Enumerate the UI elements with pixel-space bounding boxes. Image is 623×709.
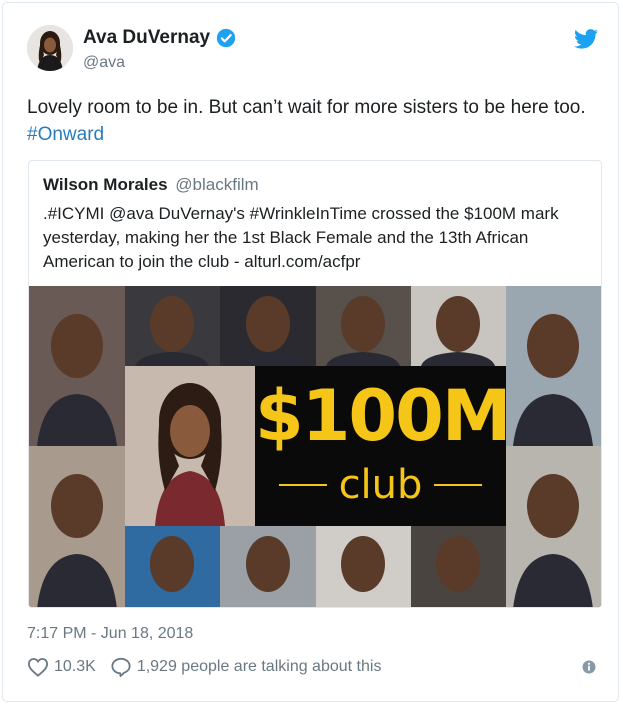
author-handle[interactable]: @ava bbox=[83, 54, 125, 72]
quoted-author-handle: @blackfilm bbox=[175, 175, 259, 194]
tweet-body: Lovely room to be in. But can’t wait for… bbox=[27, 94, 597, 148]
verified-badge-icon bbox=[216, 28, 236, 48]
quoted-author-row: Wilson Morales @blackfilm bbox=[43, 175, 259, 195]
info-icon[interactable] bbox=[582, 660, 596, 674]
hashtag-link[interactable]: #Onward bbox=[27, 124, 104, 145]
twitter-bird-icon[interactable] bbox=[574, 29, 598, 49]
speech-bubble-icon bbox=[111, 657, 131, 677]
tweet-timestamp[interactable]: 7:17 PM - Jun 18, 2018 bbox=[27, 625, 193, 643]
badge-line-right bbox=[434, 484, 483, 486]
quoted-author-name: Wilson Morales bbox=[43, 175, 168, 194]
badge-headline: $100M bbox=[255, 375, 511, 457]
tweet-text: Lovely room to be in. But can’t wait for… bbox=[27, 97, 586, 118]
author-name-row[interactable]: Ava DuVernay bbox=[83, 27, 236, 49]
badge-subline-text: club bbox=[338, 462, 423, 508]
like-button[interactable]: 10.3K bbox=[27, 657, 96, 677]
like-count: 10.3K bbox=[54, 658, 96, 675]
quoted-tweet-text: .#ICYMI @ava DuVernay's #WrinkleInTime c… bbox=[43, 204, 559, 271]
badge-subline: club bbox=[255, 462, 506, 508]
conversation-link[interactable]: 1,929 people are talking about this bbox=[110, 657, 382, 677]
badge-line-left bbox=[278, 484, 327, 486]
avatar[interactable] bbox=[27, 25, 73, 71]
conversation-text: 1,929 people are talking about this bbox=[136, 658, 382, 675]
quoted-tweet[interactable]: Wilson Morales @blackfilm .#ICYMI @ava D… bbox=[28, 160, 602, 608]
tweet-card: Ava DuVernay @ava Lovely room to be in. … bbox=[2, 2, 619, 702]
heart-icon bbox=[27, 658, 49, 677]
author-display-name[interactable]: Ava DuVernay bbox=[83, 27, 210, 49]
quoted-media-image[interactable]: $100M club bbox=[29, 286, 601, 607]
tweet-actions: 10.3K 1,929 people are talking about thi… bbox=[27, 657, 381, 677]
